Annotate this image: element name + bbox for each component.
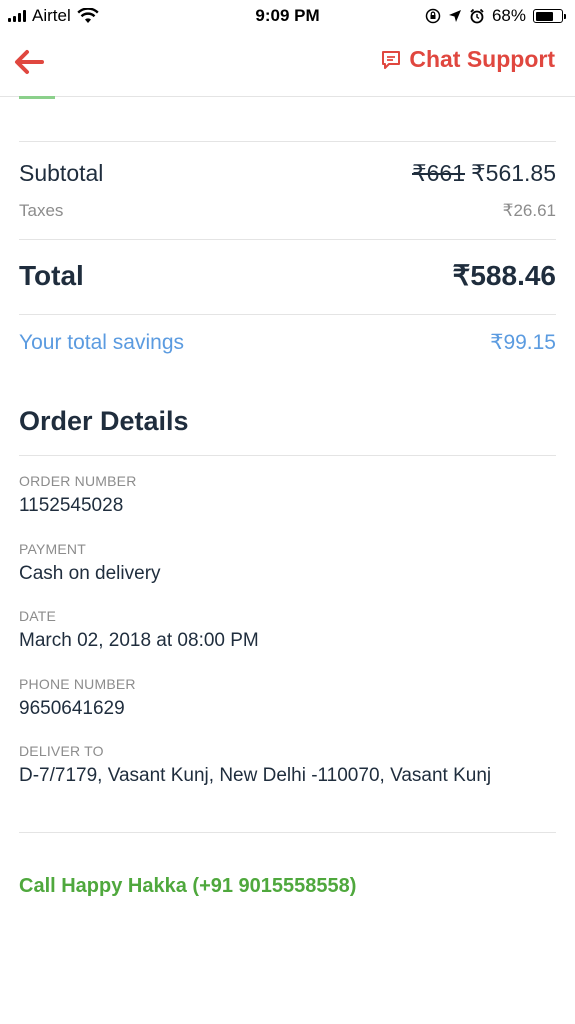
taxes-value: ₹26.61 [502, 201, 556, 220]
divider [19, 141, 556, 142]
navigation-bar: Chat Support [0, 34, 575, 97]
subtotal-amounts: ₹661 ₹561.85 [412, 160, 556, 187]
total-row: Total ₹588.46 [19, 259, 556, 292]
rotation-lock-icon [425, 8, 441, 24]
back-arrow-icon[interactable] [12, 46, 48, 78]
order-number-label: ORDER NUMBER [19, 473, 137, 489]
battery-icon [533, 9, 566, 23]
divider-accent [19, 96, 55, 99]
location-icon [448, 10, 461, 22]
subtotal-value: ₹561.85 [471, 160, 556, 186]
payment-label: PAYMENT [19, 541, 86, 557]
call-restaurant-link[interactable]: Call Happy Hakka (+91 9015558558) [19, 875, 356, 898]
deliver-to-label: DELIVER TO [19, 743, 104, 759]
divider [19, 832, 556, 833]
total-value: ₹588.46 [452, 260, 556, 291]
alarm-icon [470, 8, 484, 24]
total-label: Total [19, 260, 84, 291]
order-details-title: Order Details [19, 406, 189, 436]
date-label: DATE [19, 608, 57, 624]
date-value: March 02, 2018 at 08:00 PM [19, 630, 259, 651]
phone-number-value: 9650641629 [19, 698, 125, 719]
divider [19, 455, 556, 456]
taxes-label: Taxes [19, 201, 64, 220]
divider [19, 239, 556, 240]
divider [19, 314, 556, 315]
deliver-to-value: D-7/7179, Vasant Kunj, New Delhi -110070… [19, 765, 492, 786]
savings-value: ₹99.15 [490, 331, 556, 354]
savings-row: Your total savings ₹99.15 [19, 330, 556, 355]
subtotal-label: Subtotal [19, 160, 104, 186]
savings-label: Your total savings [19, 331, 184, 354]
payment-value: Cash on delivery [19, 563, 161, 584]
battery-level [535, 11, 553, 21]
status-bar-right: 68% [425, 6, 566, 26]
taxes-row: Taxes ₹26.61 [19, 201, 556, 221]
order-number-value: 1152545028 [19, 495, 124, 516]
chat-support-label: Chat Support [409, 46, 555, 72]
chat-support-button[interactable]: Chat Support [380, 46, 555, 73]
original-price: ₹661 [412, 160, 466, 186]
phone-number-label: PHONE NUMBER [19, 676, 136, 692]
status-bar: Airtel 9:09 PM 68% [0, 0, 575, 34]
battery-percent: 68% [491, 6, 526, 25]
subtotal-row: Subtotal ₹661 ₹561.85 [19, 160, 556, 187]
chat-icon [382, 50, 401, 69]
